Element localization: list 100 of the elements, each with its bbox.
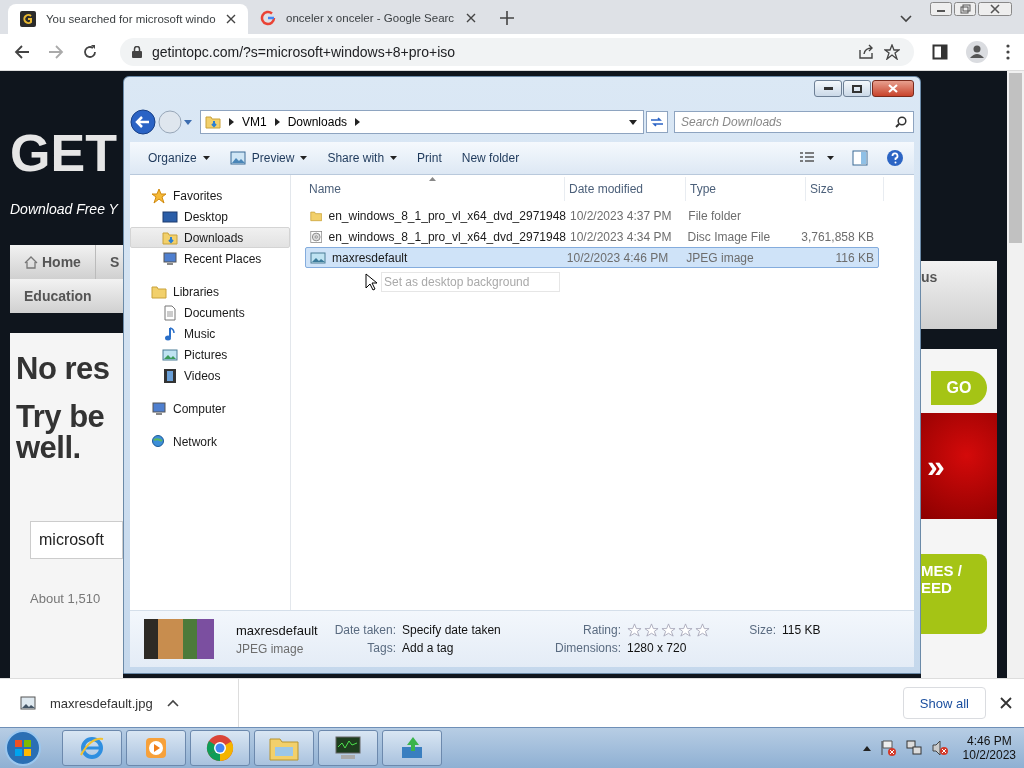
address-bar[interactable]: VM1 Downloads — [200, 110, 644, 134]
site-nav-item[interactable]: S — [95, 245, 120, 279]
nav-pane-item[interactable]: Libraries — [130, 281, 290, 302]
nav-pane-item[interactable]: Documents — [130, 302, 290, 323]
file-name: maxresdefault — [236, 622, 319, 638]
sort-arrow-icon — [429, 177, 436, 181]
folder-icon — [268, 735, 300, 761]
close-icon[interactable] — [1000, 697, 1012, 709]
chevron-down-icon[interactable] — [900, 15, 912, 23]
clock-date[interactable]: 10/2/2023 — [962, 748, 1016, 762]
nav-pane-item[interactable]: Desktop — [130, 206, 290, 227]
toolbar-button[interactable]: New folder — [453, 148, 528, 168]
close-icon[interactable] — [466, 13, 476, 23]
show-all-button[interactable]: Show all — [902, 687, 986, 719]
refresh-button[interactable] — [646, 111, 668, 133]
google-favicon-icon — [260, 10, 276, 26]
close-icon[interactable] — [978, 2, 1012, 16]
network-icon[interactable] — [904, 739, 923, 757]
help-icon[interactable] — [886, 149, 904, 167]
media-player-icon — [143, 735, 169, 761]
star-icon[interactable] — [678, 623, 693, 637]
close-icon[interactable] — [226, 14, 236, 24]
dropdown-arrow-icon[interactable] — [629, 119, 637, 125]
property-value[interactable]: 1280 x 720 — [627, 641, 687, 655]
desktop-icon — [162, 208, 178, 225]
profile-icon[interactable] — [966, 41, 988, 63]
file-row[interactable]: en_windows_8_1_pro_vl_x64_dvd_2971948 10/2/2023 4:37 PM File folder — [305, 205, 879, 226]
menu-icon[interactable] — [1006, 44, 1010, 60]
column-header[interactable]: Type — [686, 177, 806, 201]
nav-pane-item[interactable]: Recent Places — [130, 248, 290, 269]
site-logo[interactable]: GET — [10, 127, 123, 179]
restore-icon[interactable] — [954, 2, 976, 16]
banner-image[interactable]: » — [921, 413, 997, 519]
browser-tab[interactable]: onceler x onceler - Google Searc — [248, 4, 488, 32]
search-field[interactable]: Search Downloads — [674, 111, 914, 133]
speaker-muted-icon[interactable] — [930, 739, 949, 757]
nav-pane-item[interactable]: Music — [130, 323, 290, 344]
column-header[interactable]: Date modified — [565, 177, 686, 201]
share-icon[interactable] — [858, 44, 874, 60]
document-icon — [162, 304, 178, 321]
star-icon[interactable] — [644, 623, 659, 637]
file-row[interactable]: maxresdefault 10/2/2023 4:46 PM JPEG image 116 KB — [305, 247, 879, 268]
clock-time[interactable]: 4:46 PM — [966, 734, 1012, 748]
minimize-button[interactable] — [814, 80, 842, 97]
view-options-icon[interactable] — [800, 152, 834, 164]
dropdown-arrow-icon — [390, 156, 398, 160]
property-value[interactable]: Specify date taken — [402, 623, 501, 637]
breadcrumb-item[interactable]: VM1 — [242, 115, 267, 129]
maximize-button[interactable] — [843, 80, 871, 97]
star-icon[interactable] — [695, 623, 710, 637]
minimize-icon[interactable] — [930, 2, 952, 16]
nav-pane-item[interactable]: Pictures — [130, 344, 290, 365]
column-header[interactable]: Size — [806, 177, 884, 201]
reload-icon[interactable] — [82, 44, 98, 60]
breadcrumb-arrow-icon[interactable] — [355, 118, 361, 126]
star-icon[interactable] — [884, 44, 900, 60]
nav-pane-item[interactable]: Videos — [130, 365, 290, 386]
property-value[interactable]: Add a tag — [402, 641, 454, 655]
property-value[interactable]: 115 KB — [782, 623, 821, 637]
file-type: JPEG image — [686, 250, 754, 265]
close-icon — [888, 84, 898, 93]
image-file-icon — [310, 249, 326, 266]
nav-pane-item[interactable]: Downloads — [130, 227, 290, 248]
browser-tab[interactable]: You searched for microsoft windo — [8, 4, 248, 34]
flag-warning-icon[interactable] — [878, 739, 897, 757]
rating-stars[interactable] — [627, 623, 710, 637]
start-button-icon[interactable] — [4, 729, 42, 767]
side-panel-icon[interactable] — [932, 44, 948, 60]
toolbar-button[interactable]: Preview — [221, 148, 316, 168]
chevron-up-icon[interactable] — [166, 699, 179, 707]
star-icon[interactable] — [661, 623, 676, 637]
star-icon[interactable] — [627, 623, 642, 637]
nav-pane-item[interactable]: Network — [130, 431, 290, 452]
new-tab-icon[interactable] — [500, 11, 514, 25]
download-file-name[interactable]: maxresdefault.jpg — [50, 695, 153, 711]
file-row[interactable]: en_windows_8_1_pro_vl_x64_dvd_2971948 10/2/2023 4:34 PM Disc Image File 3,761,858 KB — [305, 226, 879, 247]
home-icon — [24, 255, 38, 269]
breadcrumb-arrow-icon[interactable] — [274, 118, 280, 126]
page-heading: No res — [16, 351, 111, 387]
star-icon — [151, 187, 167, 204]
breadcrumb-arrow-icon[interactable] — [229, 118, 234, 126]
property-label: Size: — [748, 623, 776, 637]
toolbar-button[interactable]: Print — [409, 148, 450, 168]
computer-icon — [151, 400, 167, 417]
nav-pane-item[interactable]: Favorites — [130, 185, 290, 206]
file-date: 10/2/2023 4:37 PM — [570, 208, 672, 223]
back-arrow-icon[interactable] — [14, 44, 30, 60]
column-header[interactable]: Name — [305, 177, 565, 201]
close-button[interactable] — [872, 80, 914, 97]
file-name: maxresdefault — [332, 250, 408, 265]
tray-arrow-icon[interactable] — [862, 745, 871, 751]
scrollbar[interactable] — [1007, 71, 1024, 678]
address-field[interactable]: getintopc.com/?s=microsoft+windows+8+pro+iso — [120, 38, 914, 66]
site-search-field[interactable]: microsoft — [30, 521, 123, 559]
toolbar-button[interactable]: Organize — [140, 148, 218, 168]
site-nav-item[interactable]: us — [921, 261, 997, 329]
toolbar-button[interactable]: Share with — [319, 148, 406, 168]
taskbar-button[interactable] — [318, 730, 378, 766]
nav-pane-item[interactable]: Computer — [130, 398, 290, 419]
breadcrumb-item[interactable]: Downloads — [287, 115, 348, 129]
